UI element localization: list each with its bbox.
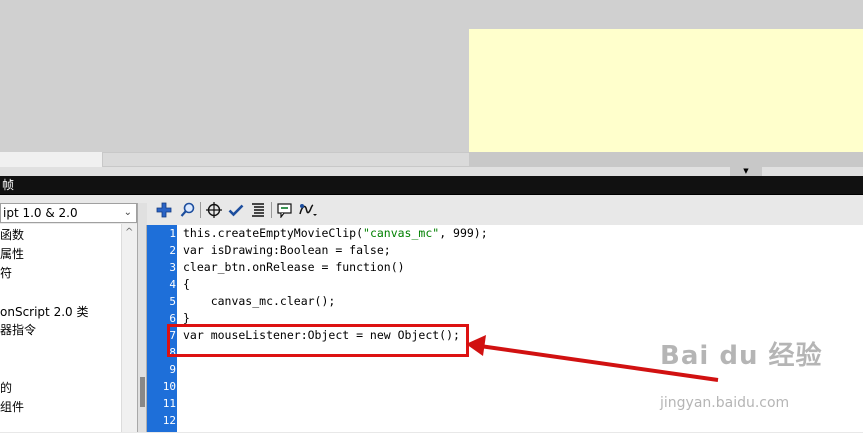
line-number: 11 bbox=[162, 397, 176, 410]
toolbox-item[interactable]: 符 bbox=[0, 264, 12, 281]
code-text: , 999); bbox=[439, 226, 488, 240]
splitter-grip[interactable] bbox=[140, 377, 145, 407]
stage-canvas[interactable] bbox=[469, 29, 863, 152]
line-number: 9 bbox=[169, 363, 176, 376]
target-icon[interactable] bbox=[204, 199, 224, 221]
line-number: 5 bbox=[169, 295, 176, 308]
scrollbar-thumb[interactable] bbox=[103, 153, 469, 166]
toolbox-item[interactable]: onScript 2.0 类 bbox=[0, 303, 88, 320]
toolbar-separator bbox=[271, 202, 272, 218]
language-select-value: ipt 1.0 & 2.0 bbox=[3, 206, 78, 220]
toolbox-item[interactable]: 属性 bbox=[0, 245, 24, 262]
toolbar-separator bbox=[200, 202, 201, 218]
line-number: 3 bbox=[169, 261, 176, 274]
toolbox-item[interactable]: 函数 bbox=[0, 226, 24, 243]
code-line[interactable]: clear_btn.onRelease = function() bbox=[183, 259, 405, 276]
line-number: 4 bbox=[169, 278, 176, 291]
chevron-down-icon[interactable]: ⌄ bbox=[124, 204, 132, 222]
language-select[interactable]: ipt 1.0 & 2.0 ⌄ bbox=[0, 203, 137, 223]
find-icon[interactable] bbox=[178, 199, 198, 221]
code-hint-icon[interactable] bbox=[275, 199, 295, 221]
actions-toolbox: 函数 属性 符 onScript 2.0 类 器指令 的 组件 bbox=[0, 224, 137, 432]
toolbox-item[interactable]: 器指令 bbox=[0, 321, 36, 338]
code-line[interactable]: { bbox=[183, 276, 190, 293]
toolbox-item[interactable]: 的 bbox=[0, 379, 12, 396]
panel-title: 帧 bbox=[0, 176, 863, 194]
check-syntax-icon[interactable] bbox=[226, 199, 246, 221]
scroll-up-icon[interactable]: ^ bbox=[125, 227, 133, 238]
line-number: 1 bbox=[169, 227, 176, 240]
toolbox-scrollbar[interactable]: ^ bbox=[121, 224, 138, 432]
debug-options-icon[interactable] bbox=[298, 199, 318, 221]
watermark-sub: jingyan.baidu.com bbox=[660, 395, 790, 411]
code-line[interactable]: var isDrawing:Boolean = false; bbox=[183, 242, 391, 259]
add-statement-icon[interactable] bbox=[154, 199, 174, 221]
horizontal-scrollbar[interactable] bbox=[0, 152, 863, 167]
collapse-panel-button[interactable]: ▼ bbox=[730, 167, 762, 176]
code-text: this.createEmptyMovieClip( bbox=[183, 226, 364, 240]
auto-format-icon[interactable] bbox=[248, 199, 268, 221]
line-number: 12 bbox=[162, 414, 176, 427]
watermark: Bai du 经验 jingyan.baidu.com bbox=[660, 335, 823, 411]
code-line[interactable]: this.createEmptyMovieClip("canvas_mc", 9… bbox=[183, 225, 488, 242]
code-line[interactable]: canvas_mc.clear(); bbox=[183, 293, 336, 310]
line-number: 2 bbox=[169, 244, 176, 257]
highlight-box bbox=[167, 324, 469, 357]
toolbox-item[interactable]: 组件 bbox=[0, 398, 24, 415]
code-string: "canvas_mc" bbox=[363, 226, 440, 240]
line-number: 10 bbox=[162, 380, 176, 393]
watermark-main: Bai du 经验 bbox=[660, 341, 823, 371]
scrollbar-track[interactable] bbox=[0, 152, 102, 167]
